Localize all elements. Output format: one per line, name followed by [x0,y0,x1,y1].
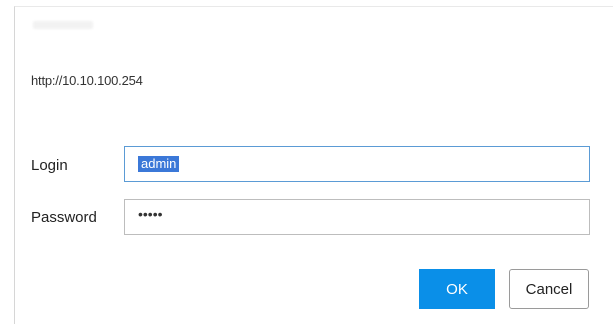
login-label: Login [31,157,68,174]
password-input-value: ••••• [138,206,163,222]
password-label: Password [31,209,97,226]
password-input[interactable]: ••••• [124,199,590,235]
cancel-button[interactable]: Cancel [509,269,589,309]
server-url: http://10.10.100.254 [31,73,143,88]
login-dialog: http://10.10.100.254 Login admin Passwor… [14,6,613,324]
login-input-value: admin [138,156,180,172]
login-input[interactable]: admin [124,146,590,182]
ok-button[interactable]: OK [419,269,495,309]
dialog-title [33,21,93,29]
